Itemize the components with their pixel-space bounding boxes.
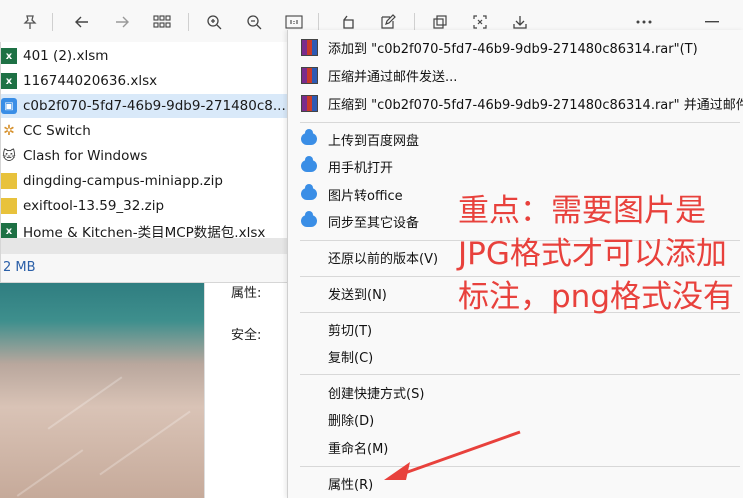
list-item[interactable]: x 116744020636.xlsx [1,69,291,93]
file-name: CC Switch [23,123,91,139]
menu-item-compress-to-rar-email[interactable]: 压缩到 "c0b2f070-5fd7-46b9-9db9-271480c8631… [288,90,743,116]
list-item[interactable]: x 401 (2).xlsm [1,44,291,68]
forward-icon[interactable] [108,8,136,36]
gear-icon: ✲ [3,123,15,139]
menu-item-open-on-phone[interactable]: 用手机打开 [288,153,743,179]
menu-item-copy[interactable]: 复制(C) [288,343,743,369]
excel-file-icon: x [1,223,17,238]
file-name: exiftool-13.59_32.zip [23,198,165,214]
menu-item-compress-email[interactable]: 压缩并通过邮件发送... [288,62,743,88]
list-item-selected[interactable]: ▣ c0b2f070-5fd7-46b9-9db9-271480c8... [1,94,291,118]
winrar-icon [300,38,318,56]
selection-size: 2 MB [3,260,36,275]
list-item[interactable]: ✲ CC Switch [1,119,291,143]
file-name: Clash for Windows [23,148,148,164]
cat-app-icon: 🐱 [2,148,16,164]
zoom-out-icon[interactable] [240,8,268,36]
back-icon[interactable] [68,8,96,36]
annotation-arrow [384,430,521,480]
file-name: 401 (2).xlsm [23,48,109,64]
list-item[interactable]: dingding-campus-miniapp.zip [1,169,291,193]
menu-item-create-shortcut[interactable]: 创建快捷方式(S) [288,379,743,405]
attribute-label: 属性: [231,286,262,301]
file-list: x 401 (2).xlsm x 116744020636.xlsx ▣ c0b… [0,42,292,239]
excel-file-icon: x [1,73,17,89]
pin-icon[interactable] [16,8,44,36]
baidu-cloud-icon [300,156,318,175]
baidu-cloud-icon [300,211,318,230]
file-name: Home & Kitchen-类目MCP数据包.xlsx [23,225,266,239]
list-item[interactable]: exiftool-13.59_32.zip [1,194,291,218]
file-name: dingding-campus-miniapp.zip [23,173,223,189]
annotation-note: 重点：需要图片是JPG格式才可以添加标注，png格式没有 [458,193,735,315]
zoom-in-icon[interactable] [200,8,228,36]
properties-panel: 属性: 安全: [204,282,295,498]
menu-item-add-to-rar[interactable]: 添加到 "c0b2f070-5fd7-46b9-9db9-271480c8631… [288,34,743,60]
viewed-image [0,282,210,498]
grid-icon[interactable] [148,8,176,36]
zip-file-icon [1,173,17,189]
baidu-cloud-icon [300,129,318,148]
winrar-icon [300,66,318,84]
file-name: 116744020636.xlsx [23,73,158,89]
menu-item-upload-baidu[interactable]: 上传到百度网盘 [288,126,743,152]
file-name: c0b2f070-5fd7-46b9-9db9-271480c8... [23,98,286,114]
excel-file-icon: x [1,48,17,64]
security-label: 安全: [231,328,262,343]
image-file-icon: ▣ [1,98,17,114]
menu-item-cut[interactable]: 剪切(T) [288,316,743,342]
baidu-cloud-icon [300,184,318,203]
winrar-icon [300,94,318,112]
status-bar: 2 MB [0,238,292,283]
zip-file-icon [1,198,17,214]
list-item[interactable]: 🐱 Clash for Windows [1,144,291,168]
list-item[interactable]: x Home & Kitchen-类目MCP数据包.xlsx [1,219,291,239]
